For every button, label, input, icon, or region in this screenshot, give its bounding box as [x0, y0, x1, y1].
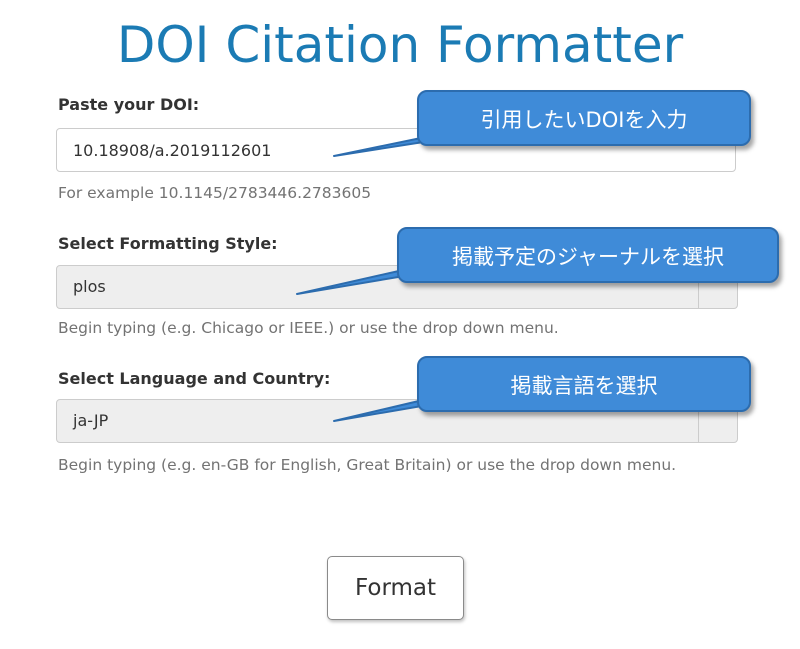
doi-callout: 引用したいDOIを入力 — [417, 90, 751, 146]
language-callout: 掲載言語を選択 — [417, 356, 751, 412]
style-callout: 掲載予定のジャーナルを選択 — [397, 227, 779, 283]
